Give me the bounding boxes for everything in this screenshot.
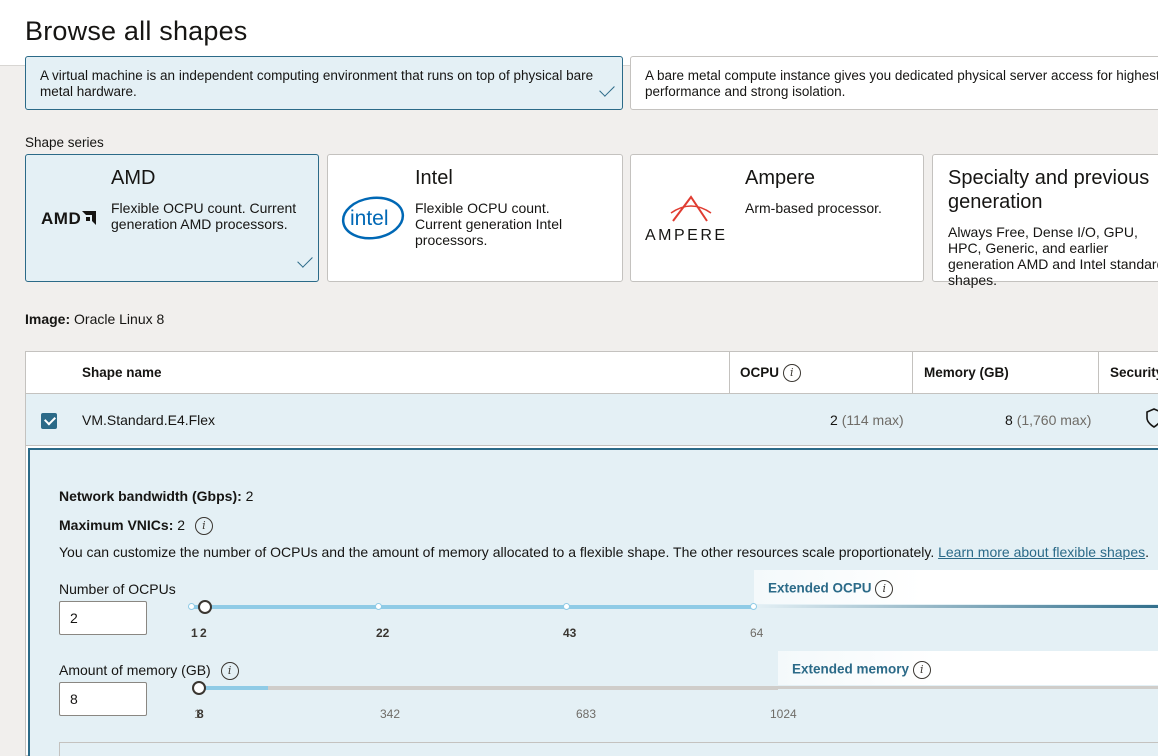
image-info: Image: Oracle Linux 8	[25, 311, 164, 327]
slider-tick	[750, 603, 757, 610]
virtual-machine-description: A virtual machine is an independent comp…	[40, 68, 594, 99]
ocpu-label: Number of OCPUs	[59, 581, 176, 597]
checkmark-icon	[599, 81, 615, 97]
ocpu-value: 2 (114 max)	[830, 412, 904, 428]
customize-text: You can customize the number of OCPUs an…	[59, 544, 1150, 560]
info-icon[interactable]: i	[782, 364, 801, 383]
tick-label: 342	[380, 707, 401, 721]
col-shape-name[interactable]: Shape name	[82, 352, 162, 394]
slider-tick	[563, 603, 570, 610]
virtual-machine-card[interactable]: A virtual machine is an independent comp…	[25, 56, 623, 110]
series-title-intel: Intel	[415, 167, 453, 189]
image-value: Oracle Linux 8	[74, 311, 165, 327]
tick-label: 64	[750, 626, 764, 640]
tick-label: 8	[197, 707, 204, 721]
learn-more-link[interactable]: Learn more about flexible shapes	[938, 544, 1145, 560]
col-memory[interactable]: Memory (GB)	[924, 352, 1009, 394]
memory-slider-fill	[198, 686, 268, 690]
series-card-specialty[interactable]: Specialty and previous generation Always…	[932, 154, 1158, 288]
info-icon[interactable]: i	[875, 580, 894, 598]
series-title-ampere: Ampere	[745, 167, 816, 189]
row-checkbox[interactable]	[41, 413, 57, 429]
amd-logo: AMD	[41, 209, 97, 229]
memory-input[interactable]: 8	[59, 682, 147, 716]
col-ocpu[interactable]: OCPU i	[740, 352, 801, 394]
extended-memory-label: Extended memory i	[792, 661, 931, 679]
tick-label: 1	[191, 626, 198, 640]
series-desc-intel: Flexible OCPU count. Current generation …	[415, 200, 563, 248]
memory-slider-track[interactable]	[268, 686, 778, 690]
network-bandwidth: Network bandwidth (Gbps): 2	[59, 488, 254, 504]
series-card-amd[interactable]: AMD AMD Flexible OCPU count. Current gen…	[25, 154, 319, 282]
memory-label: Amount of memory (GB) i	[59, 662, 239, 681]
extended-ocpu-label: Extended OCPU i	[768, 580, 894, 598]
ocpu-slider-thumb[interactable]	[198, 600, 212, 614]
svg-text:intel: intel	[350, 207, 389, 230]
bare-metal-card[interactable]: A bare metal compute instance gives you …	[630, 56, 1158, 110]
checkmark-icon	[297, 252, 313, 268]
tick-label: 43	[563, 626, 577, 640]
slider-tick	[375, 603, 382, 610]
shape-series-label: Shape series	[25, 135, 104, 150]
table-header: Shape name OCPU i Memory (GB) Security	[26, 352, 1158, 394]
col-security[interactable]: Security	[1110, 352, 1158, 394]
shape-detail-panel: Network bandwidth (Gbps): 2 Maximum VNIC…	[28, 448, 1158, 756]
series-title-specialty: Specialty and previous generation	[948, 167, 1150, 213]
series-desc-specialty: Always Free, Dense I/O, GPU, HPC, Generi…	[948, 224, 1158, 288]
info-icon[interactable]: i	[194, 517, 213, 536]
ocpu-input[interactable]: 2	[59, 601, 147, 635]
series-card-intel[interactable]: intel Intel Flexible OCPU count. Current…	[327, 154, 623, 282]
series-card-ampere[interactable]: AMPERE Ampere Arm-based processor.	[630, 154, 924, 282]
ampere-logo-icon	[670, 195, 712, 222]
memory-extended-track	[778, 686, 1158, 689]
memory-value: 8 (1,760 max)	[1005, 412, 1092, 428]
maximum-vnics: Maximum VNICs: 2 i	[59, 517, 213, 536]
tick-label: 1024	[770, 707, 797, 721]
tick-label: 2	[200, 626, 207, 640]
detail-subsection	[59, 742, 1158, 756]
bare-metal-description: A bare metal compute instance gives you …	[645, 68, 1158, 99]
info-icon[interactable]: i	[220, 662, 239, 681]
shapes-table: Shape name OCPU i Memory (GB) Security V…	[25, 351, 1158, 756]
series-desc-ampere: Arm-based processor.	[745, 200, 882, 216]
shape-name: VM.Standard.E4.Flex	[82, 412, 216, 428]
page-title: Browse all shapes	[25, 16, 248, 46]
series-title-amd: AMD	[111, 167, 156, 189]
image-label: Image:	[25, 311, 71, 327]
info-icon[interactable]: i	[912, 661, 931, 679]
shield-icon	[1146, 408, 1158, 428]
memory-slider-thumb[interactable]	[192, 681, 206, 695]
ocpu-slider-track[interactable]	[191, 605, 754, 609]
tick-label: 683	[576, 707, 597, 721]
slider-tick	[188, 603, 195, 610]
intel-logo: intel	[341, 196, 405, 240]
ampere-logo-text: AMPERE	[645, 227, 728, 244]
series-desc-amd: Flexible OCPU count. Current generation …	[111, 200, 297, 232]
tick-label: 22	[376, 626, 390, 640]
ocpu-extended-track	[754, 605, 1158, 608]
table-row[interactable]: VM.Standard.E4.Flex 2 (114 max) 8 (1,760…	[26, 394, 1158, 446]
